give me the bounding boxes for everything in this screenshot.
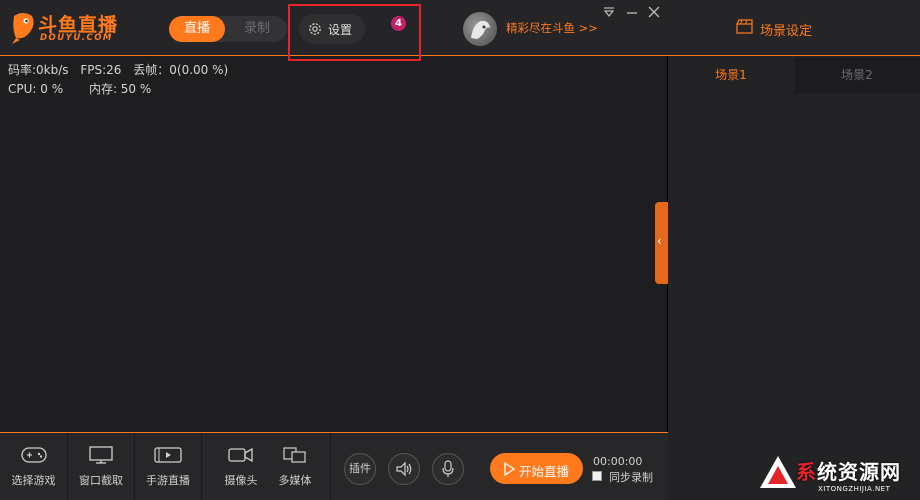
- fps-stat: FPS:26: [80, 63, 122, 77]
- watermark-rest: 统资源网: [817, 460, 901, 484]
- avatar-image: [471, 20, 490, 39]
- monitor-icon: [89, 446, 113, 464]
- dropped-frames-stat: 丢帧：0(0.00 %): [133, 63, 229, 77]
- memory-stat: 内存: 50 %: [88, 82, 152, 96]
- highlight-annotation-box: [288, 4, 421, 61]
- douyu-logo: 斗鱼直播 DOUYU.COM: [10, 8, 135, 48]
- watermark-logo: [760, 456, 796, 488]
- microphone-icon: [442, 460, 454, 477]
- camera-icon: [228, 447, 253, 463]
- logo-subtitle: DOUYU.COM: [40, 33, 113, 43]
- speaker-button[interactable]: [388, 453, 420, 485]
- chevron-left-icon: ‹: [657, 234, 662, 248]
- tool-label: 手游直播: [146, 474, 190, 487]
- promo-link[interactable]: 精彩尽在斗鱼 >>: [506, 20, 598, 36]
- live-mode-button[interactable]: 直播: [169, 16, 225, 42]
- mode-switch: 直播 录制: [169, 16, 287, 42]
- start-live-button[interactable]: 开始直播: [490, 453, 583, 484]
- record-mode-button[interactable]: 录制: [229, 16, 285, 42]
- avatar[interactable]: [463, 12, 497, 46]
- tool-label: 摄像头: [224, 474, 258, 487]
- live-timer: 00:00:00: [593, 455, 643, 468]
- tool-label: 窗口截取: [79, 474, 123, 487]
- bottom-toolbar: 选择游戏 窗口截取 手游直播 摄像头 多媒体 插件 开始直播 00:00:00 …: [0, 432, 668, 500]
- play-icon: [504, 462, 515, 476]
- tab-scene-2[interactable]: 场景2: [794, 57, 920, 94]
- divider: [201, 433, 202, 500]
- clapperboard-icon: [736, 19, 753, 34]
- watermark-url: XITONGZHIJIA.NET: [818, 485, 891, 493]
- tool-camera[interactable]: 摄像头: [210, 433, 272, 500]
- start-live-label: 开始直播: [519, 464, 570, 479]
- bitrate-stat: 码率:0kb/s: [8, 63, 69, 77]
- sync-record-checkbox[interactable]: [592, 471, 602, 481]
- scene-panel-header: 场景设定: [668, 0, 920, 56]
- panel-toggle-tab[interactable]: ‹: [655, 202, 668, 284]
- app-window: 斗鱼直播 DOUYU.COM 直播 录制 设置 4 精彩尽在斗鱼 >> 码率:0…: [0, 0, 920, 500]
- watermark-text: 系统资源网: [796, 456, 901, 485]
- tool-label: 选择游戏: [11, 474, 56, 487]
- stream-stats: 码率:0kb/s FPS:26 丢帧：0(0.00 %) CPU: 0 % 内存…: [8, 61, 236, 99]
- stats-row-1: 码率:0kb/s FPS:26 丢帧：0(0.00 %): [8, 61, 236, 80]
- sync-record-label: 同步录制: [609, 471, 653, 484]
- speaker-icon: [396, 461, 412, 477]
- plugin-button[interactable]: 插件: [344, 453, 376, 485]
- fish-logo-icon: [12, 13, 34, 44]
- tool-label: 多媒体: [278, 474, 312, 487]
- mobile-play-icon: [154, 447, 182, 463]
- cpu-stat: CPU: 0 %: [8, 82, 64, 96]
- tool-mobile-live[interactable]: 手游直播: [135, 433, 201, 500]
- tab-scene-1[interactable]: 场景1: [668, 57, 794, 94]
- watermark-prefix: 系: [796, 460, 817, 484]
- tool-window-capture[interactable]: 窗口截取: [68, 433, 134, 500]
- scene-panel: 场景设定 场景1 场景2: [668, 0, 920, 500]
- media-icon: [283, 447, 306, 463]
- microphone-button[interactable]: [432, 453, 464, 485]
- tool-select-game[interactable]: 选择游戏: [0, 433, 67, 500]
- divider: [330, 433, 331, 500]
- scene-panel-title: 场景设定: [760, 24, 813, 39]
- gamepad-icon: [20, 447, 47, 463]
- stats-row-2: CPU: 0 % 内存: 50 %: [8, 80, 236, 99]
- preview-pane: 斗鱼直播 DOUYU.COM 直播 录制 设置 4 精彩尽在斗鱼 >> 码率:0…: [0, 0, 668, 500]
- tool-multimedia[interactable]: 多媒体: [266, 433, 324, 500]
- minimize-icon[interactable]: [624, 4, 640, 20]
- dropdown-menu-icon[interactable]: [601, 4, 617, 20]
- watermark: 系统资源网 XITONGZHIJIA.NET: [756, 452, 920, 500]
- close-icon[interactable]: [646, 4, 662, 20]
